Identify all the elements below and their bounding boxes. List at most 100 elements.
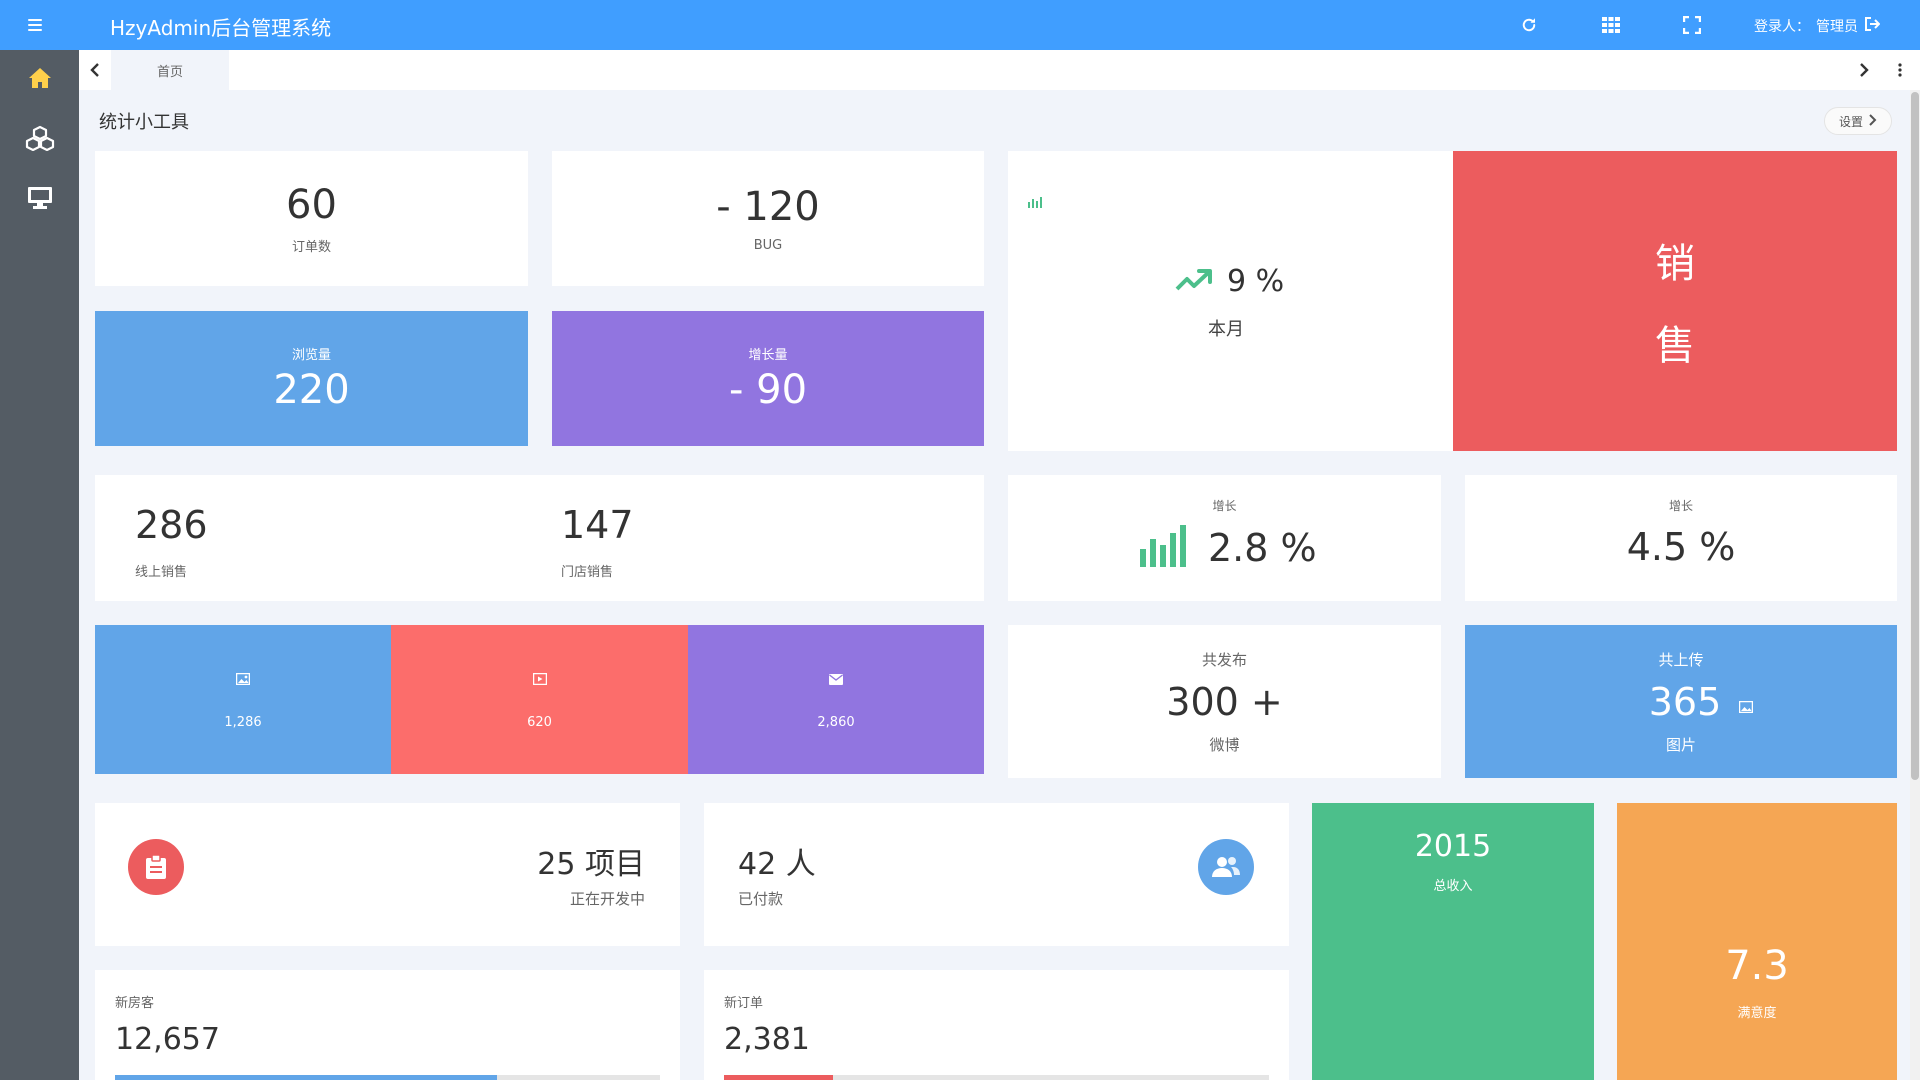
login-label: 登录人：	[1754, 19, 1810, 35]
clipboard-icon	[128, 839, 184, 895]
media-videos-tile[interactable]: 620	[391, 625, 688, 774]
revenue-year: 2015	[1414, 829, 1492, 864]
orders-card: 60 订单数	[95, 151, 528, 286]
sidebar-item-home[interactable]	[0, 50, 79, 110]
users-icon	[1198, 839, 1254, 895]
paid-card: 42 人 已付款	[704, 803, 1289, 946]
sales-banner: 销 售	[1453, 151, 1897, 451]
settings-label: 设置	[1838, 114, 1863, 129]
tab-home[interactable]: 首页	[111, 50, 229, 90]
uploaded-card: 共上传 365 图片	[1465, 625, 1897, 778]
uploaded-label: 共上传	[1658, 650, 1704, 669]
tab-bar: 首页	[79, 50, 1920, 90]
fullscreen-icon[interactable]	[1680, 13, 1704, 37]
satisfaction-value: 7.3	[1725, 943, 1789, 989]
views-label: 浏览量	[291, 348, 331, 363]
growth-a-value: 2.8 %	[1208, 526, 1317, 570]
satisfaction-card: 7.3 满意度	[1617, 803, 1897, 1080]
menu-toggle-icon[interactable]	[28, 14, 50, 36]
uploaded-value: 365	[1648, 679, 1722, 724]
projects-label: 正在开发中	[569, 890, 645, 908]
growth-b-card: 增长 4.5 %	[1465, 475, 1897, 601]
sales-banner-char-1: 销	[1655, 241, 1695, 287]
growth-a-row: 2.8 %	[1140, 525, 1317, 571]
scrollbar-thumb[interactable]	[1911, 92, 1919, 780]
tab-scroll-right-icon[interactable]	[1848, 50, 1880, 90]
monitor-icon	[27, 186, 53, 214]
growth-count-card: 增长量 - 90	[552, 311, 984, 446]
sidebar-item-modules[interactable]	[0, 110, 79, 170]
new-orders-label: 新订单	[724, 996, 764, 1011]
published-sub: 微博	[1209, 735, 1240, 754]
month-trend-value: 9 %	[1227, 264, 1285, 299]
orders-value: 60	[286, 182, 337, 228]
new-visitors-card: 新房客 12,657	[95, 970, 680, 1080]
growth-a-label: 增长	[1212, 499, 1237, 513]
new-orders-value: 2,381	[724, 1022, 810, 1057]
revenue-bottom: 250万	[1312, 1068, 1594, 1080]
new-visitors-label: 新房客	[115, 996, 155, 1011]
uploaded-sub: 图片	[1665, 735, 1696, 754]
online-sales-label: 线上销售	[135, 565, 188, 580]
sales-channels-card: 286 线上销售 147 门店销售	[95, 475, 984, 601]
cubes-icon	[25, 125, 55, 155]
sidebar-item-monitor[interactable]	[0, 170, 79, 230]
trend-up-icon	[1175, 267, 1213, 297]
new-orders-card: 新订单 2,381	[704, 970, 1289, 1080]
new-visitors-progress	[115, 1075, 660, 1080]
video-icon	[532, 670, 547, 689]
tab-scroll-left-icon[interactable]	[79, 50, 111, 90]
store-sales-label: 门店销售	[561, 565, 614, 580]
login-info[interactable]: 登录人： 管理员	[1754, 16, 1881, 36]
views-value: 220	[273, 367, 350, 413]
refresh-icon[interactable]	[1517, 13, 1541, 37]
store-sales-value: 147	[561, 503, 634, 547]
sidebar	[0, 50, 79, 1080]
bug-label: BUG	[753, 238, 783, 253]
revenue-label: 总收入	[1433, 879, 1473, 894]
bar-chart-icon	[1028, 193, 1042, 212]
home-icon	[28, 67, 52, 93]
growth-b-label: 增长	[1668, 499, 1693, 513]
published-value: 300 +	[1166, 679, 1283, 724]
online-sales-value: 286	[135, 503, 208, 547]
orders-label: 订单数	[291, 240, 331, 255]
section-title: 统计小工具	[99, 112, 189, 133]
new-visitors-progress-fill	[115, 1075, 497, 1080]
month-trend-row: 9 %	[1175, 264, 1284, 299]
image-icon	[1739, 698, 1754, 717]
grid-icon[interactable]	[1599, 13, 1623, 37]
new-orders-progress-fill	[724, 1075, 833, 1080]
published-label: 共发布	[1201, 650, 1247, 669]
top-header: HzyAdmin后台管理系统 登录人： 管理员	[0, 0, 1920, 50]
logout-icon[interactable]	[1864, 16, 1881, 36]
satisfaction-label: 满意度	[1737, 1006, 1777, 1021]
bug-card: - 120 BUG	[552, 151, 984, 286]
growth-count-label: 增长量	[748, 348, 788, 363]
bar-chart-icon	[1140, 525, 1186, 571]
growth-a-card: 增长 2.8 %	[1008, 475, 1441, 601]
views-card: 浏览量 220	[95, 311, 528, 446]
new-orders-progress	[724, 1075, 1269, 1080]
media-images-tile[interactable]: 1,286	[95, 625, 391, 774]
mail-icon	[829, 670, 843, 689]
paid-value: 42 人	[738, 847, 816, 882]
growth-count-value: - 90	[728, 367, 808, 413]
settings-button[interactable]: 设置	[1824, 107, 1892, 135]
growth-b-value: 4.5 %	[1626, 525, 1736, 569]
chevron-right-icon	[1869, 113, 1877, 129]
projects-card: 25 项目 正在开发中	[95, 803, 680, 946]
media-images-value: 1,286	[224, 714, 262, 730]
uploaded-row: 365	[1649, 680, 1754, 724]
month-trend-card: 9 % 本月	[1008, 151, 1453, 451]
month-trend-label: 本月	[1208, 319, 1244, 340]
login-user: 管理员	[1816, 19, 1858, 35]
revenue-card: 2015 总收入 250万	[1312, 803, 1594, 1080]
image-icon	[235, 670, 251, 689]
new-visitors-value: 12,657	[115, 1022, 220, 1057]
projects-value: 25 项目	[537, 847, 645, 882]
media-mail-tile[interactable]: 2,860	[688, 625, 984, 774]
tab-more-icon[interactable]	[1888, 50, 1912, 90]
sales-banner-char-2: 售	[1655, 323, 1695, 369]
media-videos-value: 620	[527, 714, 552, 730]
